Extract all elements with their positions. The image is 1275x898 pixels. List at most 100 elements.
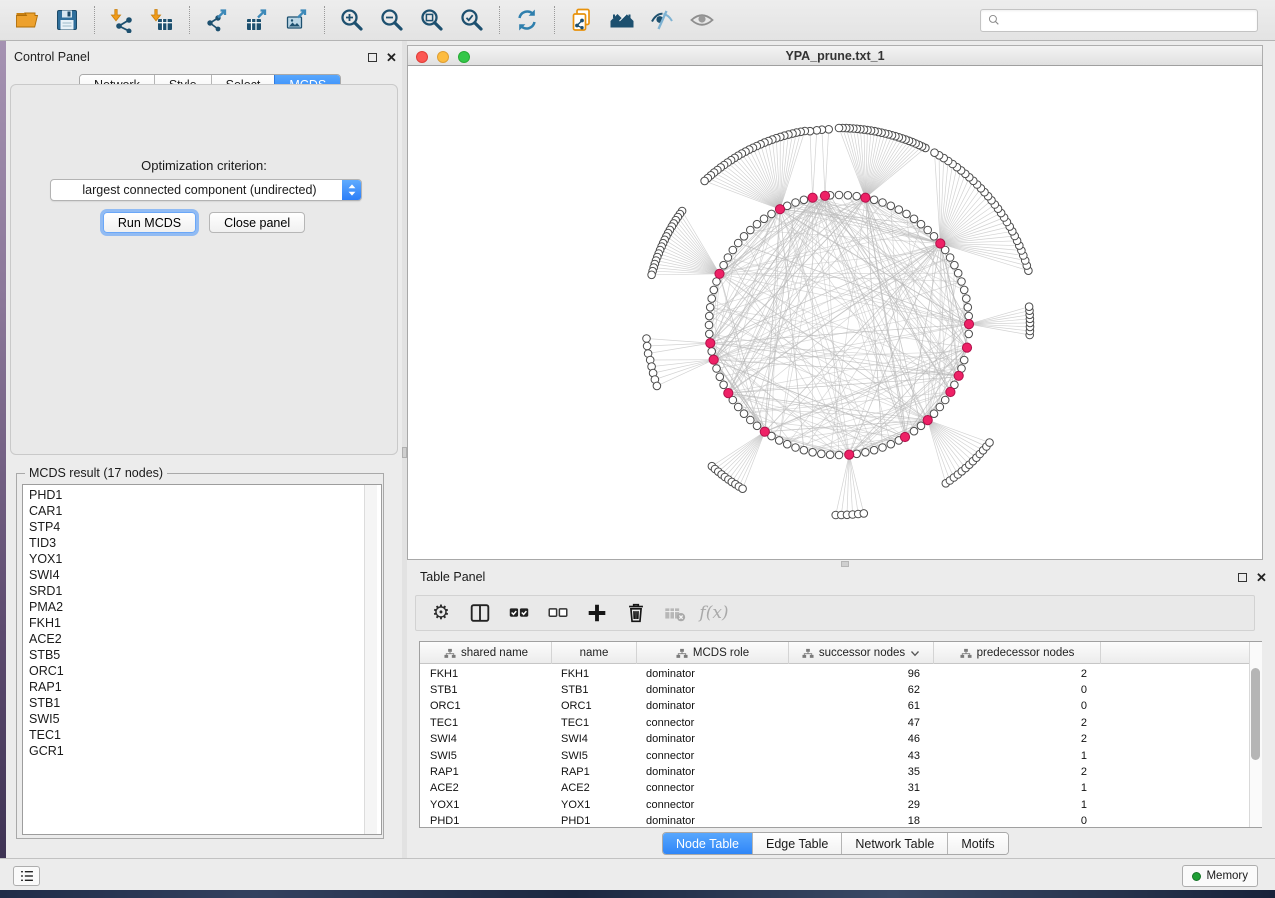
zoom-out-button[interactable]: [372, 5, 412, 35]
mcds-result-node[interactable]: PHD1: [23, 487, 381, 503]
zoom-in-button[interactable]: [332, 5, 372, 35]
cell-shared-name: YOX1: [430, 796, 552, 813]
export-table-button[interactable]: [237, 5, 277, 35]
column-header-predecessor-nodes[interactable]: predecessor nodes: [934, 642, 1101, 664]
memory-button[interactable]: Memory: [1182, 865, 1258, 887]
table-row[interactable]: TEC1TEC1connector472: [420, 714, 1248, 731]
tab-motifs[interactable]: Motifs: [947, 833, 1007, 854]
mcds-result-node[interactable]: SWI4: [23, 567, 381, 583]
export-image-button[interactable]: [277, 5, 317, 35]
search-input[interactable]: [1005, 11, 1257, 30]
clone-network-button[interactable]: [562, 5, 602, 35]
zoom-fit-icon: [419, 7, 445, 33]
mcds-result-node[interactable]: FKH1: [23, 615, 381, 631]
task-history-button[interactable]: [13, 866, 40, 886]
mcds-result-node[interactable]: ACE2: [23, 631, 381, 647]
table-row[interactable]: PHD1PHD1dominator180: [420, 813, 1248, 830]
add-button[interactable]: [582, 599, 612, 627]
search-field[interactable]: [980, 9, 1258, 32]
float-window-icon[interactable]: [366, 51, 379, 64]
mcds-result-node[interactable]: ORC1: [23, 663, 381, 679]
table-row[interactable]: SWI4SWI4dominator462: [420, 731, 1248, 748]
settings-button[interactable]: ⚙: [426, 599, 456, 627]
split-columns-button[interactable]: [465, 599, 495, 627]
mcds-result-list[interactable]: PHD1CAR1STP4TID3YOX1SWI4SRD1PMA2FKH1ACE2…: [22, 484, 382, 835]
import-table-button[interactable]: [142, 5, 182, 35]
result-list-scrollbar[interactable]: [364, 485, 377, 834]
zoom-fit-button[interactable]: [412, 5, 452, 35]
mcds-result-node[interactable]: SRD1: [23, 583, 381, 599]
select-all-checks-button[interactable]: [504, 599, 534, 627]
tab-edge-table[interactable]: Edge Table: [752, 833, 841, 854]
mcds-result-node[interactable]: CAR1: [23, 503, 381, 519]
cell-shared-name: STB1: [430, 681, 552, 698]
save-session-button[interactable]: [47, 5, 87, 35]
mcds-result-node[interactable]: STB1: [23, 695, 381, 711]
run-mcds-button[interactable]: Run MCDS: [103, 212, 196, 233]
houses-button[interactable]: [602, 5, 642, 35]
refresh-network-icon: [514, 7, 540, 33]
column-header-name[interactable]: name: [552, 642, 637, 664]
table-row[interactable]: ORC1ORC1dominator610: [420, 698, 1248, 715]
cell-name: ACE2: [561, 780, 637, 797]
mcds-result-node[interactable]: SWI5: [23, 711, 381, 727]
mcds-result-node[interactable]: TID3: [23, 535, 381, 551]
eye-slash-button[interactable]: [642, 5, 682, 35]
table-row[interactable]: RAP1RAP1dominator352: [420, 763, 1248, 780]
delete-table-button[interactable]: [660, 599, 690, 627]
function-button[interactable]: f(x): [699, 599, 729, 627]
network-window-titlebar[interactable]: YPA_prune.txt_1: [407, 45, 1263, 66]
houses-icon: [609, 7, 635, 33]
table-toolbar: ⚙ f(x): [415, 595, 1255, 631]
network-graph[interactable]: [408, 66, 1262, 559]
toolbar-group-4: [500, 5, 554, 35]
column-header-shared-name[interactable]: shared name: [421, 642, 552, 664]
zoom-selected-button[interactable]: [452, 5, 492, 35]
export-network-button[interactable]: [197, 5, 237, 35]
mcds-result-node[interactable]: PMA2: [23, 599, 381, 615]
cell-name: RAP1: [561, 763, 637, 780]
mcds-result-node[interactable]: STP4: [23, 519, 381, 535]
mcds-result-node[interactable]: TEC1: [23, 727, 381, 743]
mcds-result-node[interactable]: RAP1: [23, 679, 381, 695]
toolbar-group-5: [555, 5, 729, 35]
float-table-panel-icon[interactable]: [1236, 571, 1249, 584]
close-panel-button[interactable]: Close panel: [209, 212, 305, 233]
table-row[interactable]: FKH1FKH1dominator962: [420, 665, 1248, 682]
cell-shared-name: ACE2: [430, 780, 552, 797]
delete-button[interactable]: [621, 599, 651, 627]
close-panel-icon[interactable]: ✕: [385, 51, 398, 64]
cell-successor-nodes: 96: [789, 665, 920, 682]
export-network-icon: [204, 7, 230, 33]
table-row[interactable]: ACE2ACE2connector311: [420, 780, 1248, 797]
memory-status-icon: [1192, 872, 1201, 881]
table-row[interactable]: SWI5SWI5connector431: [420, 747, 1248, 764]
cell-predecessor-nodes: 0: [934, 698, 1087, 715]
table-row[interactable]: YOX1YOX1connector291: [420, 796, 1248, 813]
table-row[interactable]: STB1STB1dominator620: [420, 681, 1248, 698]
network-window-title: YPA_prune.txt_1: [408, 49, 1262, 63]
column-header-successor-nodes[interactable]: successor nodes: [789, 642, 934, 664]
optimization-criterion-select[interactable]: largest connected component (undirected): [50, 179, 362, 201]
column-header-MCDS-role[interactable]: MCDS role: [637, 642, 789, 664]
cell-successor-nodes: 29: [789, 796, 920, 813]
node-table: shared namenameMCDS rolesuccessor nodesp…: [419, 641, 1262, 828]
clear-checks-button[interactable]: [543, 599, 573, 627]
close-table-panel-icon[interactable]: ✕: [1255, 571, 1268, 584]
mcds-result-node[interactable]: STB5: [23, 647, 381, 663]
tab-network-table[interactable]: Network Table: [841, 833, 947, 854]
mcds-result-node[interactable]: YOX1: [23, 551, 381, 567]
eye-button[interactable]: [682, 5, 722, 35]
table-scrollbar-thumb[interactable]: [1251, 668, 1260, 760]
export-table-icon: [244, 7, 270, 33]
horizontal-splitter-grip[interactable]: [841, 561, 849, 567]
eye-icon: [689, 7, 715, 33]
import-network-button[interactable]: [102, 5, 142, 35]
refresh-network-button[interactable]: [507, 5, 547, 35]
open-session-button[interactable]: [7, 5, 47, 35]
cell-mcds-role: connector: [646, 747, 789, 764]
cell-shared-name: TEC1: [430, 714, 552, 731]
network-canvas[interactable]: [407, 66, 1263, 560]
tab-node-table[interactable]: Node Table: [663, 833, 752, 854]
mcds-result-node[interactable]: GCR1: [23, 743, 381, 759]
